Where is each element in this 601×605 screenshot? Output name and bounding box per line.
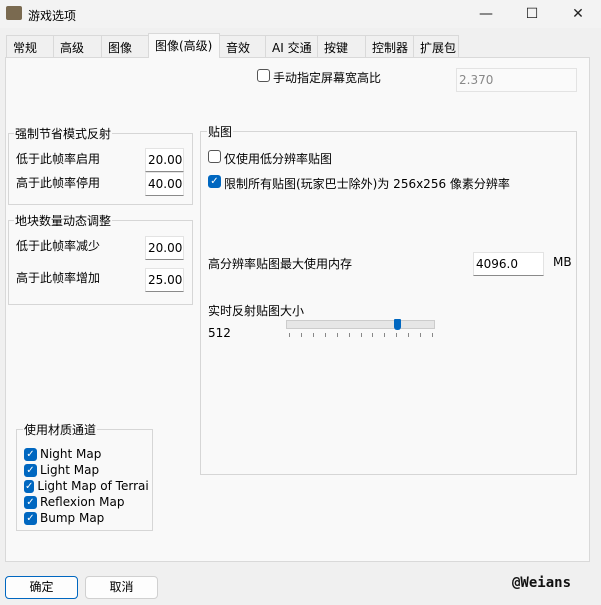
app-icon [6,6,22,20]
slider-tick [372,333,374,337]
tab-graphics-advanced[interactable]: 图像(高级) [148,33,220,58]
slider-tick [384,333,386,337]
aspect-checkbox[interactable] [257,69,270,82]
tab-controller[interactable]: 控制器 [365,35,414,57]
limit-checkbox[interactable]: ✓ [208,175,221,188]
tab-ai-traffic[interactable]: AI 交通 [265,35,318,57]
slider-tick [312,333,314,337]
material-light-map-terrain[interactable]: ✓ Light Map of Terrain [24,478,148,494]
low-res-label: 仅使用低分辨率贴图 [224,152,333,166]
check-icon[interactable]: ✓ [24,511,37,525]
tile-group [8,220,193,305]
limit-label: 限制所有贴图(玩家巴士除外)为 256x256 像素分辨率 [224,177,510,191]
material-light-map[interactable]: ✓ Light Map [24,462,148,478]
slider-ticks [289,333,433,338]
check-icon[interactable]: ✓ [24,463,37,477]
material-night-map[interactable]: ✓ Night Map [24,446,148,462]
reflect-size-label: 实时反射贴图大小 [208,304,305,318]
reflection-disable-label: 高于此帧率停用 [16,176,101,190]
aspect-label: 手动指定屏幕宽高比 [273,71,382,85]
reflection-disable-input[interactable]: 40.000 [145,172,184,196]
tab-expansions[interactable]: 扩展包 [413,35,459,57]
slider-tick [408,333,410,337]
slider-tick [396,333,398,337]
slider-tick [348,333,350,337]
low-res-checkbox[interactable] [208,150,221,163]
check-icon[interactable]: ✓ [24,479,35,493]
material-group-title: 使用材质通道 [23,421,98,438]
minimize-button[interactable]: — [463,0,509,28]
material-label: Bump Map [40,511,105,525]
slider-tick [336,333,338,337]
tile-increase-input[interactable]: 25.000 [145,268,184,292]
tab-sound[interactable]: 音效 [219,35,266,57]
ok-button[interactable]: 确定 [5,576,78,599]
memory-unit: MB [553,255,572,269]
cancel-button[interactable]: 取消 [85,576,158,599]
tile-group-title: 地块数量动态调整 [14,212,113,229]
reflection-enable-label: 低于此帧率启用 [16,152,101,166]
memory-input[interactable]: 4096.0 [473,252,544,276]
slider-thumb[interactable] [393,319,401,330]
tile-decrease-label: 低于此帧率减少 [16,239,101,253]
maximize-button[interactable]: ☐ [509,0,555,28]
reflection-enable-input[interactable]: 20.000 [145,148,184,172]
slider-tick [300,333,302,337]
check-icon[interactable]: ✓ [24,495,37,509]
tile-decrease-input[interactable]: 20.000 [145,236,184,260]
title-bar: 游戏选项 — ☐ ✕ [0,0,601,28]
material-label: Light Map of Terrain [37,479,148,493]
slider-tick [289,333,290,337]
reflect-size-slider[interactable] [286,319,435,330]
slider-tick [420,333,422,337]
close-button[interactable]: ✕ [555,0,601,28]
material-label: Reflexion Map [40,495,125,509]
reflection-group-title: 强制节省模式反射 [14,125,113,142]
texture-group-title: 贴图 [207,123,234,140]
tab-graphics[interactable]: 图像 [101,35,149,57]
check-icon[interactable]: ✓ [24,447,37,461]
tab-keys[interactable]: 按键 [317,35,366,57]
aspect-input[interactable]: 2.370 [456,68,577,92]
material-label: Light Map [40,463,100,477]
tile-increase-label: 高于此帧率增加 [16,271,101,285]
material-list: ✓ Night Map ✓ Light Map ✓ Light Map of Terr… [24,446,148,526]
tab-general[interactable]: 常规 [6,35,54,57]
slider-tick [360,333,362,337]
memory-label: 高分辨率贴图最大使用内存 [208,257,353,271]
reflect-size-value: 512 [208,326,231,340]
watermark: @Weians [512,575,572,591]
tab-advanced[interactable]: 高级 [53,35,102,57]
slider-tick [432,333,433,337]
slider-tick [324,333,326,337]
material-reflexion-map[interactable]: ✓ Reflexion Map [24,494,148,510]
material-bump-map[interactable]: ✓ Bump Map [24,510,148,526]
material-label: Night Map [40,447,102,461]
window-title: 游戏选项 [28,9,77,23]
